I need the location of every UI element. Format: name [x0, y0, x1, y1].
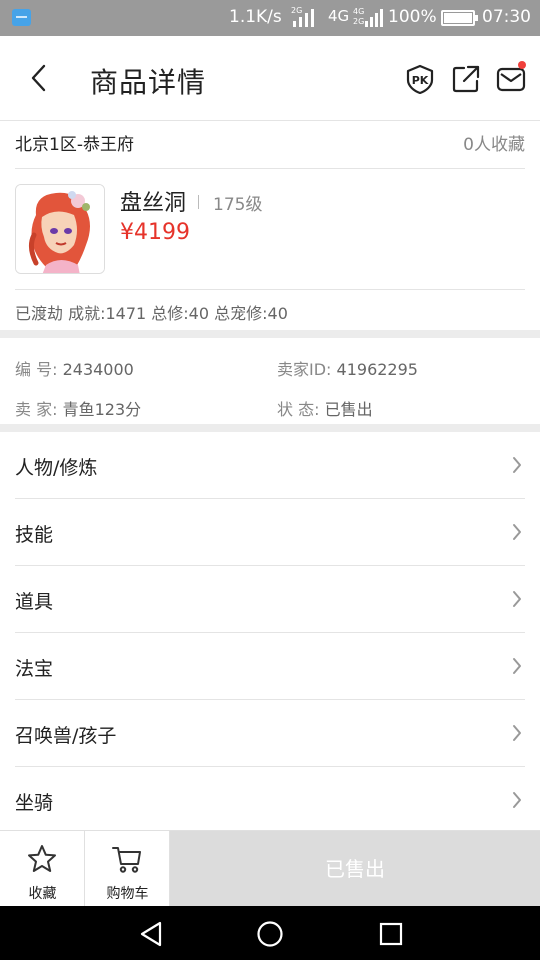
favorite-label: 收藏	[28, 886, 57, 902]
battery-percent: 100%	[388, 7, 437, 27]
status-value: 已售出	[324, 400, 373, 419]
system-navigation-bar	[0, 906, 540, 960]
menu-item-label: 法宝	[15, 658, 54, 680]
divider	[15, 289, 525, 290]
menu-item-items[interactable]: 道具	[0, 566, 540, 633]
menu-item-skills[interactable]: 技能	[0, 499, 540, 566]
signal-2g-icon: 2G	[291, 6, 314, 27]
network-type-label: 2G	[353, 17, 364, 26]
notification-dot	[518, 61, 526, 69]
nav-back-icon[interactable]	[138, 920, 164, 948]
character-portrait-image	[16, 185, 104, 273]
clock: 07:30	[482, 7, 531, 27]
pk-compare-icon[interactable]: PK	[405, 64, 435, 94]
menu-item-label: 道具	[15, 591, 54, 613]
chevron-right-icon	[513, 457, 521, 473]
app-header: 商品详情 PK	[0, 36, 540, 121]
menu-item-mounts[interactable]: 坐骑	[0, 767, 540, 834]
seller-id-row: 卖家ID: 41962295	[277, 356, 418, 380]
menu-item-treasures[interactable]: 法宝	[0, 633, 540, 700]
battery-icon	[441, 10, 478, 26]
menu-item-character-cultivation[interactable]: 人物/修炼	[0, 432, 540, 499]
chevron-right-icon	[513, 591, 521, 607]
chevron-right-icon	[513, 725, 521, 741]
nav-recent-apps-icon[interactable]	[378, 921, 404, 947]
nav-home-icon[interactable]	[256, 920, 284, 948]
seller-row: 卖 家: 青鱼123分	[15, 396, 141, 420]
character-level: 175级	[213, 195, 263, 215]
cart-button[interactable]: 购物车	[85, 831, 170, 907]
network-type-label: 2G	[291, 6, 302, 15]
character-stats: 已渡劫 成就:1471 总修:40 总宠修:40	[15, 304, 288, 323]
product-id-label: 编 号:	[15, 360, 63, 379]
seller-id-label: 卖家ID:	[277, 360, 337, 379]
pk-label: PK	[412, 74, 429, 87]
menu-item-label: 召唤兽/孩子	[15, 725, 117, 747]
character-school: 盘丝洞	[120, 191, 187, 216]
server-name: 北京1区-恭王府	[15, 135, 134, 155]
back-icon[interactable]	[24, 61, 56, 95]
price: ¥4199	[120, 220, 190, 245]
page-title: 商品详情	[90, 66, 207, 99]
network-type-label: 4G	[328, 7, 349, 25]
star-icon	[28, 845, 56, 872]
menu-item-label: 人物/修炼	[15, 457, 98, 479]
chevron-right-icon	[513, 658, 521, 674]
bottom-action-bar: 收藏 购物车 已售出	[0, 830, 540, 907]
detail-menu: 人物/修炼 技能 道具 法宝 召唤兽/孩子 坐骑	[0, 432, 540, 834]
menu-item-label: 技能	[15, 524, 54, 546]
separator	[198, 195, 199, 209]
seller-id-value: 41962295	[336, 360, 418, 379]
sold-out-button[interactable]: 已售出	[170, 831, 540, 907]
status-row: 状 态: 已售出	[277, 396, 373, 420]
divider	[15, 168, 525, 169]
shopping-cart-icon	[112, 847, 141, 873]
app-notification-icon	[12, 9, 31, 26]
chevron-right-icon	[513, 524, 521, 540]
product-id-row: 编 号: 2434000	[15, 356, 134, 380]
status-bar: 1.1K/s 2G 4G 4G 2G 100% 07:30	[0, 0, 540, 36]
seller-label: 卖 家:	[15, 400, 63, 419]
favorite-count: 0人收藏	[463, 135, 525, 155]
product-id-value: 2434000	[62, 360, 134, 379]
status-label: 状 态:	[277, 400, 325, 419]
signal-4g-icon: 4G 4G 2G	[328, 7, 383, 27]
section-gap	[0, 424, 540, 432]
seller-value: 青鱼123分	[62, 400, 142, 419]
menu-item-label: 坐骑	[15, 792, 54, 814]
chevron-right-icon	[513, 792, 521, 808]
cart-label: 购物车	[106, 886, 149, 902]
favorite-button[interactable]: 收藏	[0, 831, 85, 907]
network-speed: 1.1K/s	[229, 7, 282, 27]
network-type-label: 4G	[353, 7, 364, 16]
section-gap	[0, 330, 540, 338]
menu-item-pets-children[interactable]: 召唤兽/孩子	[0, 700, 540, 767]
share-icon[interactable]	[451, 64, 481, 94]
character-avatar[interactable]	[15, 184, 105, 274]
